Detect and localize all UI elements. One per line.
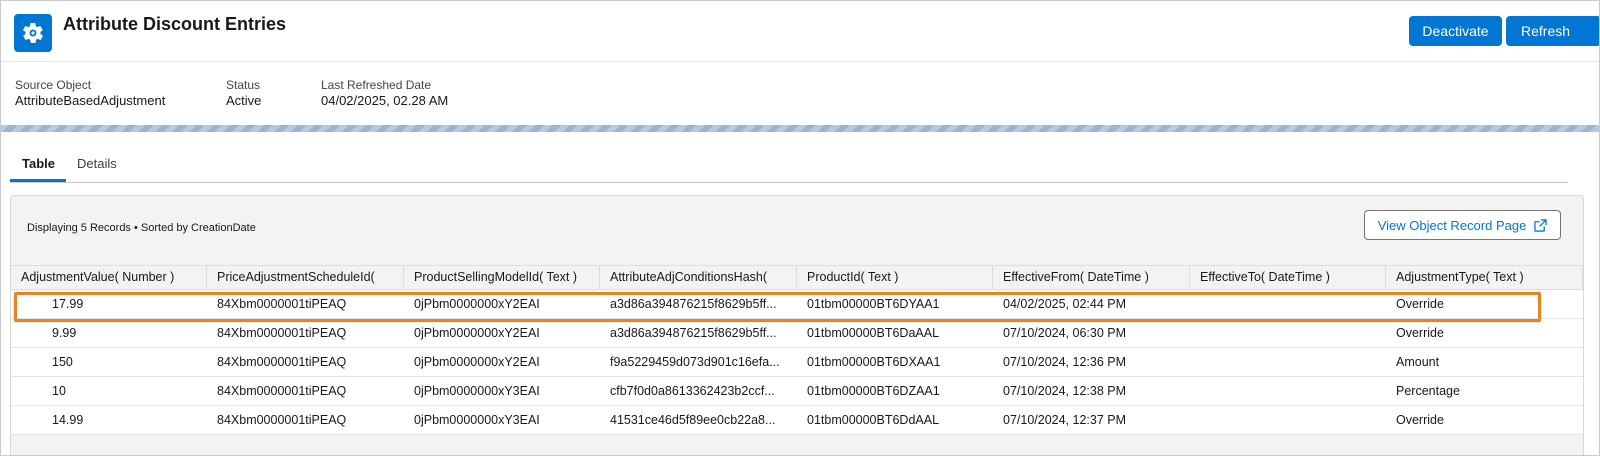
table-cell: 01tbm00000BT6DYAA1	[807, 297, 940, 311]
tab-details[interactable]: Details	[77, 156, 117, 171]
tab-table[interactable]: Table	[22, 156, 55, 171]
record-header: Attribute Discount Entries Deactivate Re…	[1, 1, 1599, 125]
field-value: AttributeBasedAdjustment	[15, 93, 166, 108]
field-label: Last Refreshed Date	[321, 78, 432, 92]
field-status: Status Active	[226, 77, 261, 109]
active-tab-indicator	[10, 179, 66, 182]
deactivate-button[interactable]: Deactivate	[1409, 16, 1502, 46]
table-row[interactable]: 14.99 84Xbm0000001tiPEAQ 0jPbm0000000xY3EA…	[11, 406, 1583, 435]
table-cell: Percentage	[1396, 384, 1460, 398]
column-header[interactable]: EffectiveFrom( DateTime )	[993, 266, 1190, 289]
records-info: Displaying 5 Records • Sorted by Creatio…	[27, 222, 256, 234]
table-cell: Override	[1396, 413, 1444, 427]
table-cell: 17.99	[52, 297, 84, 311]
table-cell	[1190, 377, 1386, 405]
field-value: Active	[226, 93, 262, 108]
table-cell: 01tbm00000BT6DaAAL	[807, 326, 940, 340]
table-cell: 01tbm00000BT6DXAA1	[807, 355, 941, 369]
field-label: Status	[226, 78, 261, 92]
table-cell: 0jPbm0000000xY2EAI	[414, 297, 540, 311]
table-cell: 07/10/2024, 12:37 PM	[1003, 413, 1127, 427]
refresh-button[interactable]: Refresh	[1506, 16, 1599, 46]
gear-icon	[14, 14, 52, 52]
table-cell: 84Xbm0000001tiPEAQ	[217, 355, 347, 369]
table-cell: Amount	[1396, 355, 1440, 369]
table-cell: 0jPbm0000000xY3EAI	[414, 413, 540, 427]
table-cell: 84Xbm0000001tiPEAQ	[217, 413, 347, 427]
table-cell	[1190, 406, 1386, 434]
table-cell	[1190, 348, 1386, 376]
table-cell	[1190, 319, 1386, 347]
table-cell: cfb7f0d0a8613362423b2ccf...	[610, 384, 775, 398]
decorative-band	[1, 125, 1599, 132]
table-cell: Override	[1396, 297, 1444, 311]
table-cell: 14.99	[52, 413, 84, 427]
table-cell: 84Xbm0000001tiPEAQ	[217, 326, 347, 340]
table-cell: 04/02/2025, 02:44 PM	[1003, 297, 1127, 311]
table-cell	[1190, 290, 1386, 318]
table-cell: a3d86a394876215f8629b5ff...	[610, 326, 777, 340]
table-cell: 07/10/2024, 12:38 PM	[1003, 384, 1127, 398]
table-header: AdjustmentValue( Number ) PriceAdjustment…	[11, 265, 1583, 290]
table-cell: 01tbm00000BT6DZAA1	[807, 384, 940, 398]
column-header[interactable]: AdjustmentType( Text )	[1386, 266, 1583, 289]
view-object-record-page-button[interactable]: View Object Record Page	[1364, 210, 1561, 240]
table-cell: f9a5229459d073d901c16efa...	[610, 355, 780, 369]
table-row[interactable]: 9.99 84Xbm0000001tiPEAQ 0jPbm0000000xY2EAI…	[11, 319, 1583, 348]
field-source-object: Source Object AttributeBasedAdjustment	[15, 77, 165, 109]
tab-bar: Table Details	[10, 149, 1568, 183]
header-divider	[1, 61, 1599, 62]
table-cell: 10	[52, 384, 66, 398]
external-link-icon	[1534, 218, 1548, 232]
table-cell: 41531ce46d5f89ee0cb22a8...	[610, 413, 776, 427]
table-cell: 150	[52, 355, 73, 369]
column-header[interactable]: ProductId( Text )	[797, 266, 993, 289]
table-card: Displaying 5 Records • Sorted by Creatio…	[10, 195, 1584, 455]
column-header[interactable]: AttributeAdjConditionsHash(	[600, 266, 797, 289]
view-button-label: View Object Record Page	[1377, 217, 1527, 233]
column-header[interactable]: AdjustmentValue( Number )	[11, 266, 207, 289]
table-cell: 07/10/2024, 06:30 PM	[1003, 326, 1127, 340]
app-frame: Attribute Discount Entries Deactivate Re…	[0, 0, 1600, 456]
column-header[interactable]: PriceAdjustmentScheduleId(	[207, 266, 404, 289]
table-cell: a3d86a394876215f8629b5ff...	[610, 297, 777, 311]
data-table: AdjustmentValue( Number ) PriceAdjustment…	[11, 265, 1583, 435]
column-header[interactable]: ProductSellingModelId( Text )	[404, 266, 600, 289]
page-title: Attribute Discount Entries	[63, 14, 287, 34]
table-row[interactable]: 17.99 84Xbm0000001tiPEAQ 0jPbm0000000xY2EA…	[11, 290, 1583, 319]
table-cell: Override	[1396, 326, 1444, 340]
table-cell: 0jPbm0000000xY3EAI	[414, 384, 540, 398]
table-cell: 01tbm00000BT6DdAAL	[807, 413, 940, 427]
table-cell: 84Xbm0000001tiPEAQ	[217, 384, 347, 398]
column-header[interactable]: EffectiveTo( DateTime )	[1190, 266, 1386, 289]
field-value: 04/02/2025, 02.28 AM	[321, 93, 449, 108]
field-label: Source Object	[15, 78, 92, 92]
table-cell: 84Xbm0000001tiPEAQ	[217, 297, 347, 311]
table-cell: 0jPbm0000000xY2EAI	[414, 326, 540, 340]
table-row[interactable]: 10 84Xbm0000001tiPEAQ 0jPbm0000000xY3EAI cf…	[11, 377, 1583, 406]
table-body: 17.99 84Xbm0000001tiPEAQ 0jPbm0000000xY2EA…	[11, 290, 1583, 435]
table-cell: 0jPbm0000000xY2EAI	[414, 355, 540, 369]
field-last-refreshed-date: Last Refreshed Date 04/02/2025, 02.28 AM	[321, 77, 448, 109]
table-cell: 9.99	[52, 326, 77, 340]
table-cell: 07/10/2024, 12:36 PM	[1003, 355, 1127, 369]
gear-icon-glyph	[23, 22, 43, 44]
table-row[interactable]: 150 84Xbm0000001tiPEAQ 0jPbm0000000xY2EAI f…	[11, 348, 1583, 377]
